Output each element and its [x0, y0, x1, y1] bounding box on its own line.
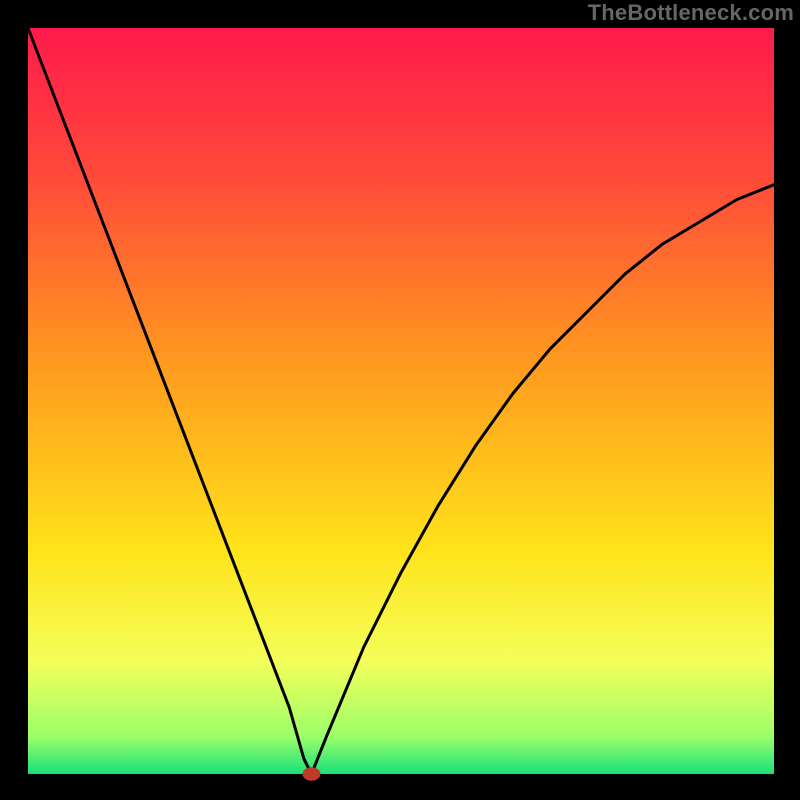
plot-background — [28, 28, 774, 774]
chart-frame: TheBottleneck.com — [0, 0, 800, 800]
bottleneck-chart — [0, 0, 800, 800]
optimum-marker — [303, 767, 321, 780]
